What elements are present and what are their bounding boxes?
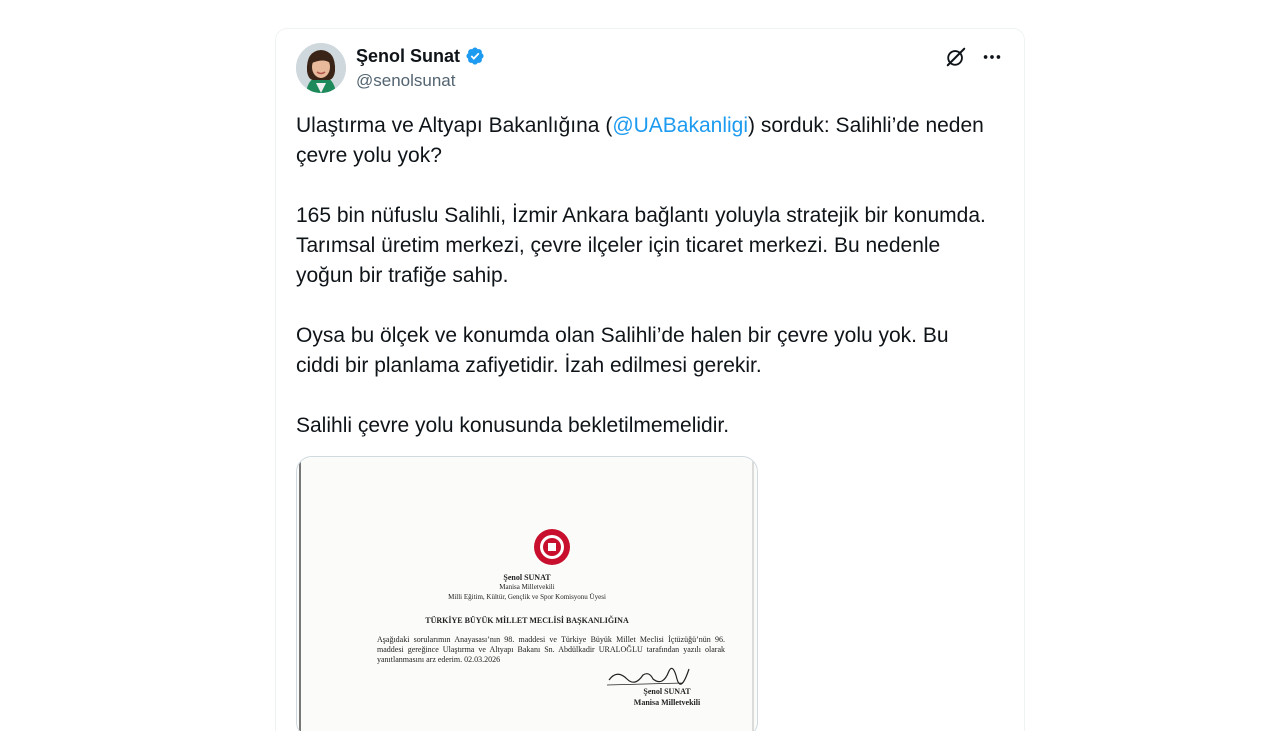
author-display-name[interactable]: Şenol Sunat	[356, 44, 460, 68]
tweet-media-image[interactable]: Şenol SUNAT Manisa Milletvekili Milli Eğ…	[296, 456, 758, 731]
author-handle[interactable]: @senolsunat	[356, 69, 485, 93]
author-name-row[interactable]: Şenol Sunat	[356, 44, 485, 68]
tweet-actions	[944, 45, 1004, 69]
tweet-paragraph-2: 165 bin nüfuslu Salihli, İzmir Ankara ba…	[296, 204, 986, 287]
document-signature-name: Şenol SUNAT	[643, 687, 691, 696]
mention-link[interactable]: @UABakanligi	[612, 114, 748, 137]
tweet-header: Şenol Sunat @senolsunat	[296, 43, 1004, 95]
tweet-text: Ulaştırma ve Altyapı Bakanlığına (@UABak…	[296, 111, 996, 471]
author-names: Şenol Sunat @senolsunat	[356, 44, 485, 93]
tweet-text-segment: Ulaştırma ve Altyapı Bakanlığına (	[296, 114, 613, 137]
verified-badge-icon[interactable]	[465, 46, 485, 66]
more-icon[interactable]	[980, 45, 1004, 69]
document-signature-role: Manisa Milletvekili	[633, 698, 701, 707]
tweet-paragraph-3: Oysa bu ölçek ve konumda olan Salihli’de…	[296, 324, 949, 377]
document-author-name: Şenol SUNAT	[503, 573, 551, 582]
tweet-card: Şenol Sunat @senolsunat Ulaştırma ve Alt…	[275, 28, 1025, 731]
tweet-paragraph-4: Salihli çevre yolu konusunda bekletilmem…	[296, 414, 730, 437]
document-body: Aşağıdaki sorularımın Anayasası’nın 98. …	[377, 635, 725, 664]
document-scan: Şenol SUNAT Manisa Milletvekili Milli Eğ…	[297, 457, 757, 731]
document-committee: Milli Eğitim, Kültür, Gençlik ve Spor Ko…	[448, 593, 606, 601]
document-author-role: Manisa Milletvekili	[499, 583, 555, 591]
grok-icon[interactable]	[944, 45, 968, 69]
document-heading: TÜRKİYE BÜYÜK MİLLET MECLİSİ BAŞKANLIĞIN…	[425, 616, 629, 625]
avatar[interactable]	[296, 43, 346, 93]
tweet-paragraph-1: Ulaştırma ve Altyapı Bakanlığına (@UABak…	[296, 111, 996, 171]
